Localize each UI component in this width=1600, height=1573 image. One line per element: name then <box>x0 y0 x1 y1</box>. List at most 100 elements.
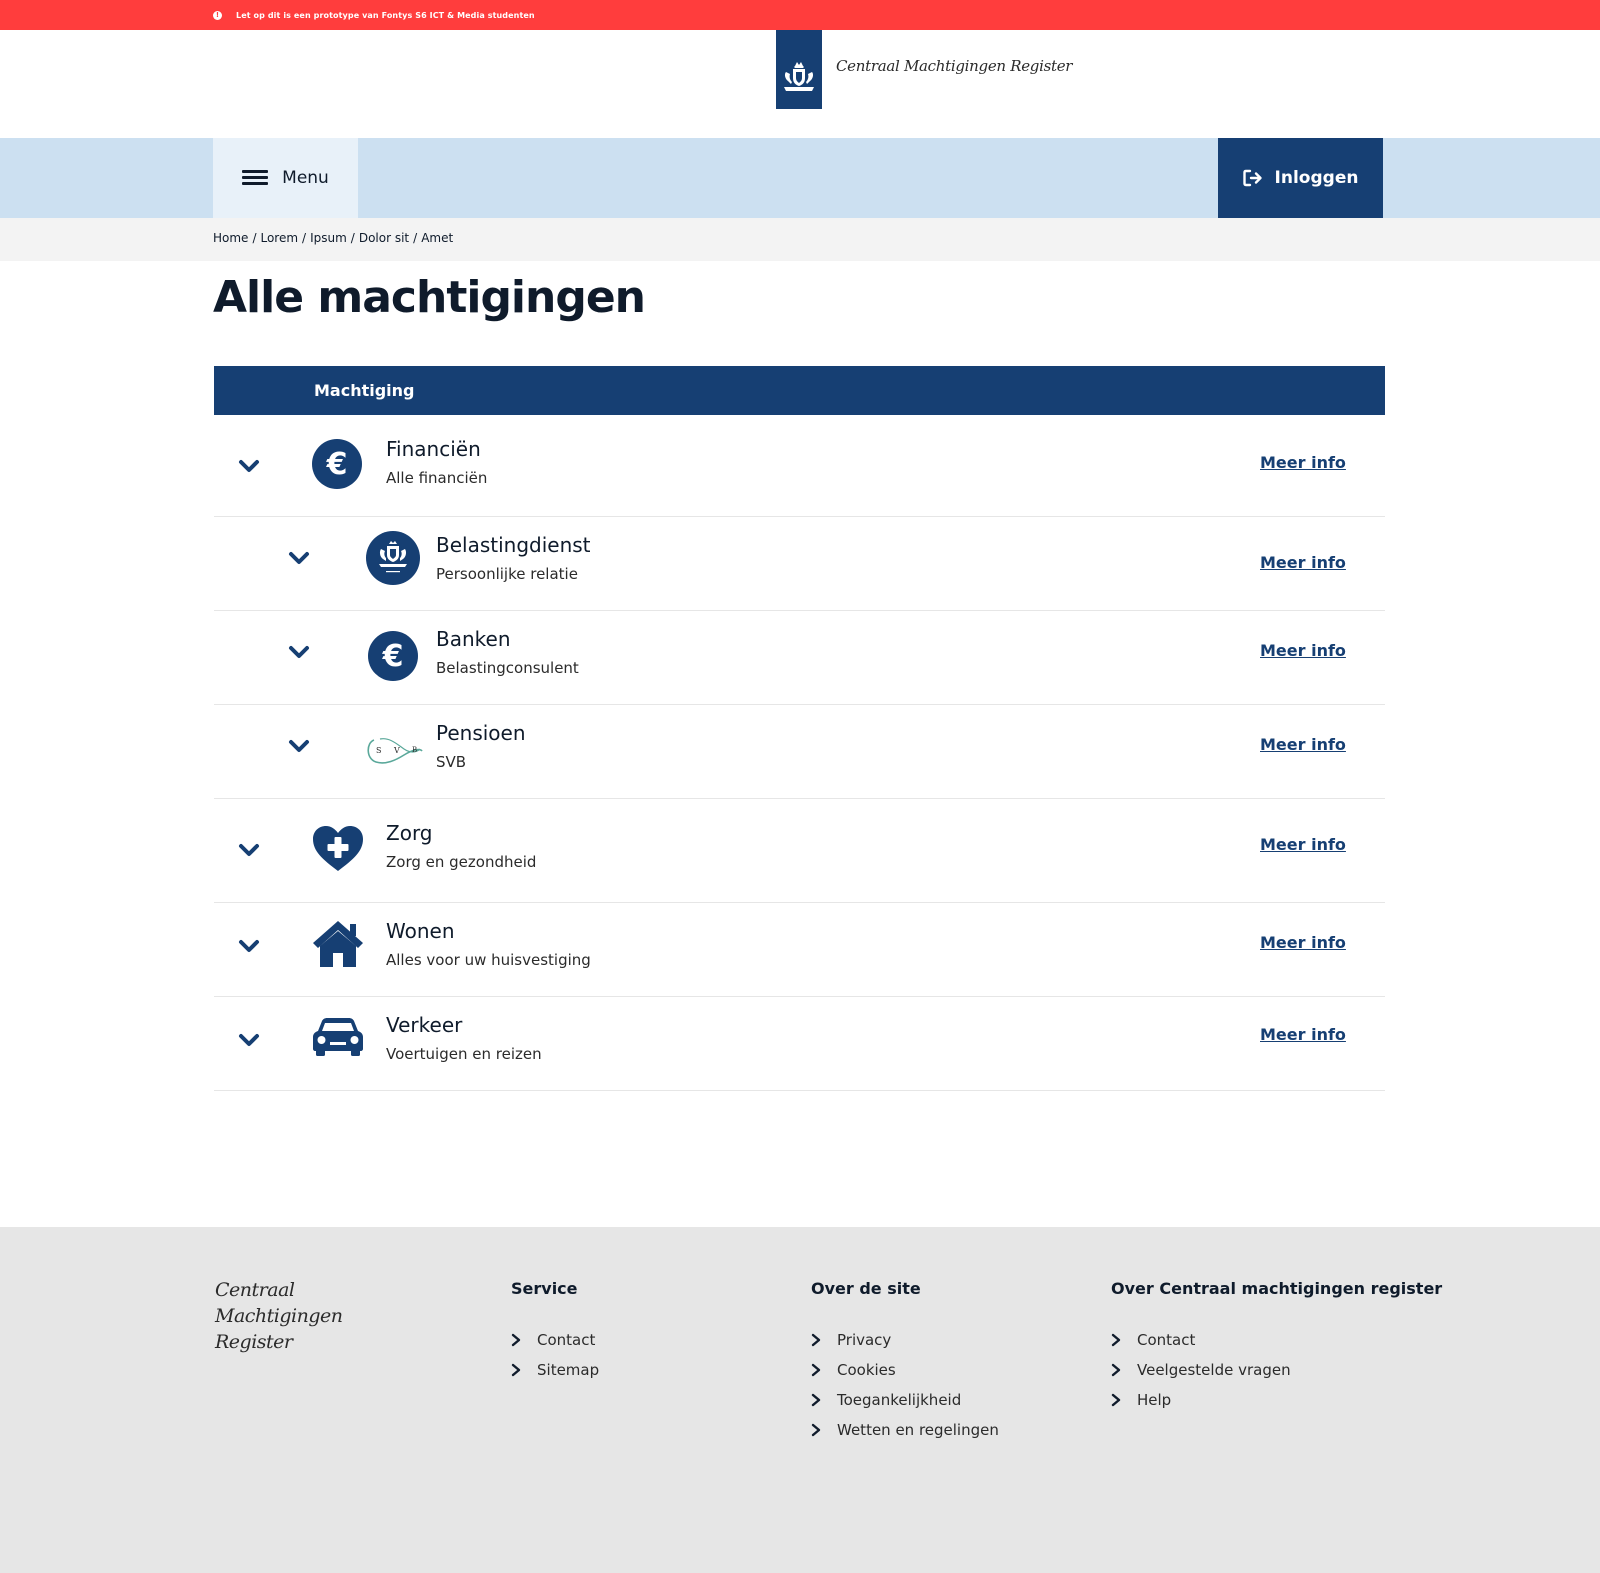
row-subtitle: Voertuigen en reizen <box>386 1045 542 1063</box>
footer-link[interactable]: Privacy <box>811 1325 999 1355</box>
footer-link[interactable]: Contact <box>1111 1325 1442 1355</box>
house-icon <box>313 921 363 967</box>
chevron-down-icon[interactable] <box>238 843 260 857</box>
row-subtitle: Alle financiën <box>386 469 488 487</box>
footer-link[interactable]: Sitemap <box>511 1355 599 1385</box>
breadcrumb: Home / Lorem / Ipsum / Dolor sit / Amet <box>213 231 454 245</box>
breadcrumb-item[interactable]: Amet <box>421 231 453 245</box>
crest-icon <box>784 62 814 91</box>
site-footer: Centraal Machtigingen Register Service C… <box>0 1227 1600 1573</box>
euro-icon: € <box>368 631 418 681</box>
row-subtitle: Belastingconsulent <box>436 659 579 677</box>
table-row: € Financiën Alle financiën Meer info <box>214 415 1385 517</box>
footer-link-label: Veelgestelde vragen <box>1137 1361 1291 1379</box>
info-icon: ! <box>213 10 222 20</box>
table-row: Zorg Zorg en gezondheid Meer info <box>214 799 1385 903</box>
footer-link-label: Cookies <box>837 1361 896 1379</box>
meer-info-link[interactable]: Meer info <box>1260 735 1346 754</box>
footer-link[interactable]: Cookies <box>811 1355 999 1385</box>
chevron-right-icon <box>511 1333 521 1347</box>
page-title: Alle machtigingen <box>213 272 646 323</box>
chevron-right-icon <box>1111 1333 1121 1347</box>
footer-column-over-de-site: Over de site Privacy Cookies Toegankelij… <box>811 1279 999 1445</box>
table-row: € Banken Belastingconsulent Meer info <box>214 611 1385 705</box>
row-subtitle: Alles voor uw huisvestiging <box>386 951 591 969</box>
footer-link[interactable]: Veelgestelde vragen <box>1111 1355 1442 1385</box>
row-title: Zorg <box>386 821 433 845</box>
chevron-right-icon <box>511 1363 521 1377</box>
footer-link-label: Help <box>1137 1391 1172 1409</box>
svg-text:B: B <box>412 746 417 754</box>
table-header: Machtiging <box>214 366 1385 415</box>
table-row: Belastingdienst Persoonlijke relatie Mee… <box>214 517 1385 611</box>
table-row: Wonen Alles voor uw huisvestiging Meer i… <box>214 903 1385 997</box>
column-header-machtiging: Machtiging <box>314 381 415 400</box>
chevron-right-icon <box>1111 1363 1121 1377</box>
footer-link[interactable]: Contact <box>511 1325 599 1355</box>
chevron-right-icon <box>811 1393 821 1407</box>
meer-info-link[interactable]: Meer info <box>1260 933 1346 952</box>
site-header: Centraal Machtigingen Register <box>0 30 1600 138</box>
rijksoverheid-crest-icon <box>366 531 420 585</box>
breadcrumb-item[interactable]: Dolor sit <box>359 231 409 245</box>
breadcrumb-item[interactable]: Home <box>213 231 248 245</box>
meer-info-link[interactable]: Meer info <box>1260 835 1346 854</box>
footer-column-over-cmr: Over Centraal machtigingen register Cont… <box>1111 1279 1442 1415</box>
chevron-down-icon[interactable] <box>288 645 310 659</box>
meer-info-link[interactable]: Meer info <box>1260 1025 1346 1044</box>
menu-label: Menu <box>282 168 329 188</box>
row-title: Wonen <box>386 919 455 943</box>
footer-link-label: Toegankelijkheid <box>837 1391 962 1409</box>
footer-logo-line: Centraal <box>215 1279 295 1301</box>
warning-text: Let op dit is een prototype van Fontys S… <box>236 10 535 20</box>
chevron-right-icon <box>811 1363 821 1377</box>
row-title: Verkeer <box>386 1013 463 1037</box>
login-button[interactable]: Inloggen <box>1218 138 1383 218</box>
svg-text:€: € <box>326 447 348 482</box>
footer-heading: Over de site <box>811 1279 921 1298</box>
footer-logo[interactable]: Centraal Machtigingen Register <box>215 1277 365 1355</box>
svg-text:V: V <box>393 746 400 755</box>
chevron-down-icon[interactable] <box>288 739 310 753</box>
row-title: Financiën <box>386 437 481 461</box>
chevron-down-icon[interactable] <box>238 939 260 953</box>
footer-link-label: Contact <box>1137 1331 1196 1349</box>
site-name: Centraal Machtigingen Register <box>836 57 1073 75</box>
car-icon <box>313 1018 363 1056</box>
heart-plus-icon <box>313 826 363 871</box>
svb-logo-icon: S V B <box>367 738 423 764</box>
table-row: Verkeer Voertuigen en reizen Meer info <box>214 997 1385 1091</box>
footer-link[interactable]: Help <box>1111 1385 1442 1415</box>
chevron-right-icon <box>811 1423 821 1437</box>
euro-icon: € <box>312 439 362 489</box>
sign-in-icon <box>1242 169 1262 187</box>
row-subtitle: SVB <box>436 753 467 771</box>
meer-info-link[interactable]: Meer info <box>1260 453 1346 472</box>
row-subtitle: Persoonlijke relatie <box>436 565 578 583</box>
menu-button[interactable]: Menu <box>213 138 358 218</box>
svg-text:S: S <box>376 746 381 755</box>
footer-link-label: Wetten en regelingen <box>837 1421 999 1439</box>
hamburger-icon <box>242 170 269 186</box>
chevron-down-icon[interactable] <box>238 1033 260 1047</box>
chevron-down-icon[interactable] <box>288 551 310 565</box>
footer-logo-line: Register <box>215 1331 293 1353</box>
meer-info-link[interactable]: Meer info <box>1260 553 1346 572</box>
footer-link[interactable]: Wetten en regelingen <box>811 1415 999 1445</box>
footer-link[interactable]: Toegankelijkheid <box>811 1385 999 1415</box>
footer-heading: Over Centraal machtigingen register <box>1111 1279 1443 1298</box>
prototype-warning-bar: ! Let op dit is een prototype van Fontys… <box>0 0 1600 30</box>
rijksoverheid-logo[interactable] <box>776 30 822 109</box>
meer-info-link[interactable]: Meer info <box>1260 641 1346 660</box>
chevron-down-icon[interactable] <box>238 459 260 473</box>
breadcrumb-bar: Home / Lorem / Ipsum / Dolor sit / Amet <box>0 218 1600 261</box>
footer-heading: Service <box>511 1279 578 1298</box>
row-subtitle: Zorg en gezondheid <box>386 853 537 871</box>
footer-link-label: Sitemap <box>537 1361 600 1379</box>
row-title: Banken <box>436 627 511 651</box>
svg-text:€: € <box>382 639 404 674</box>
row-title: Pensioen <box>436 721 526 745</box>
breadcrumb-item[interactable]: Ipsum <box>310 231 347 245</box>
breadcrumb-item[interactable]: Lorem <box>260 231 298 245</box>
row-title: Belastingdienst <box>436 533 591 557</box>
